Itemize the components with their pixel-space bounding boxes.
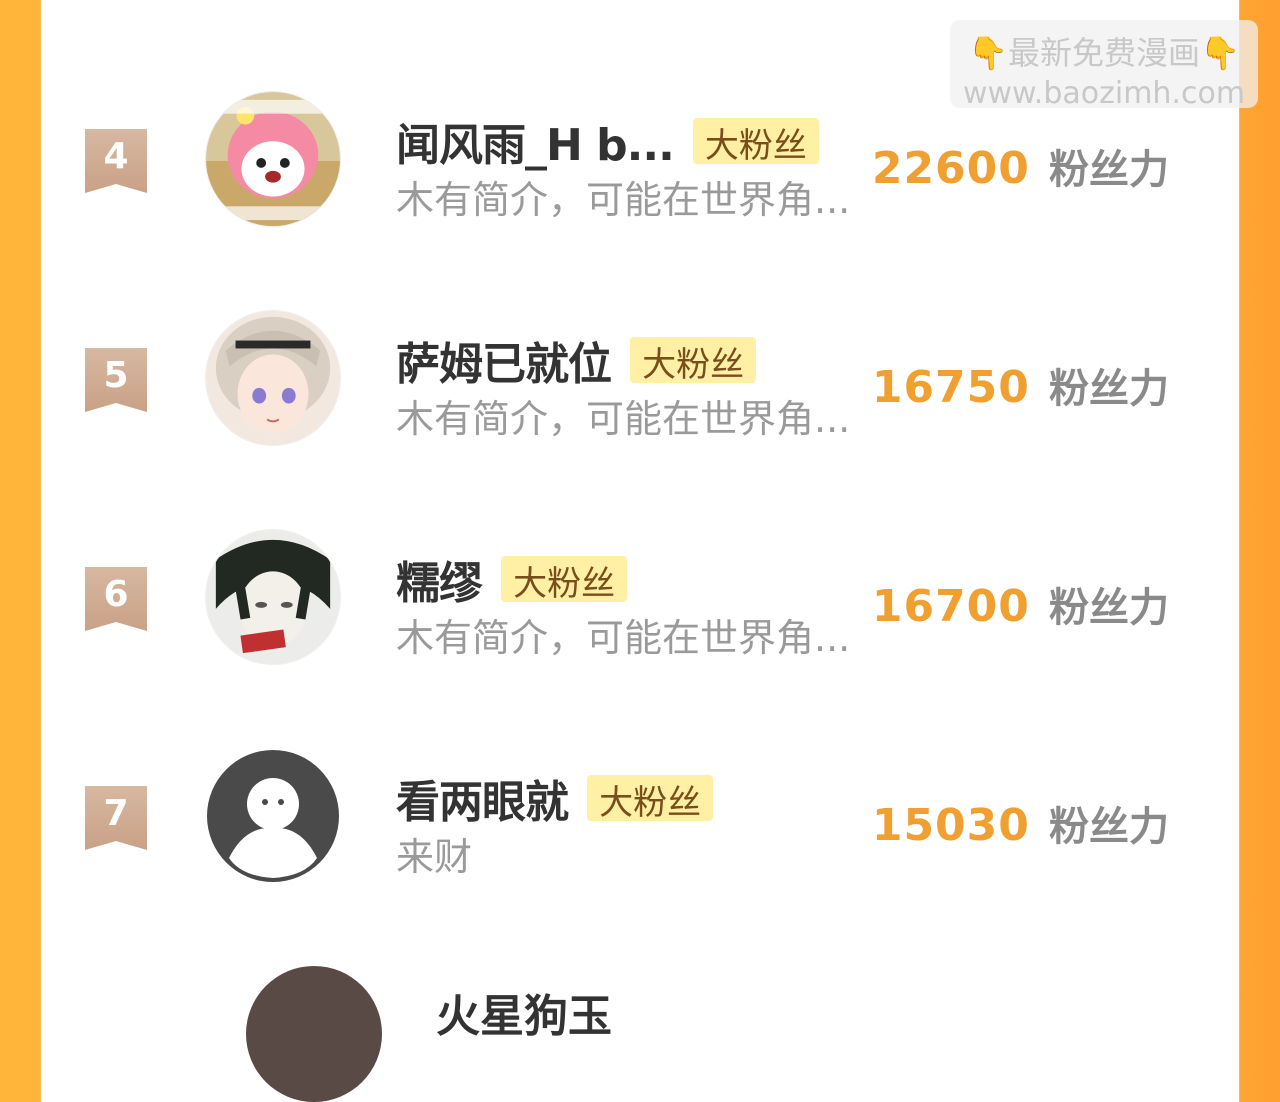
user-bio: 木有简介，可能在世界角... [396,397,851,441]
watermark-line1: 👇最新免费漫画👇 [968,34,1240,72]
user-name[interactable]: 萨姆已就位 [396,328,612,392]
fan-leaderboard-card: 4 闻风雨_H b... 大粉丝 木有简介，可能在世界角... 22600 粉丝… [41,0,1239,1102]
fan-level-badge: 大粉丝 [501,556,628,604]
leaderboard-row[interactable]: 5 萨姆已就位 大粉丝 木有简介，可能在世界角... 16750 粉丝力 [41,310,1239,450]
user-name-partial[interactable]: 火星狗玉 [436,980,612,1044]
user-name[interactable]: 糯缪 [396,547,483,611]
user-name[interactable]: 看两眼就 [396,766,569,830]
avatar[interactable] [205,529,341,665]
watermark-line2: www.baozimh.com [962,76,1246,111]
fan-power-value: 22600 [871,143,1030,194]
fan-level-badge: 大粉丝 [692,118,819,166]
leaderboard-row[interactable]: 7 看两眼就 大粉丝 来财 15030 粉丝力 [41,748,1239,888]
avatar-partial-bottom[interactable] [246,966,382,1102]
fan-power-value: 16700 [871,581,1030,632]
rank-ribbon: 4 [85,129,147,193]
rank-ribbon: 7 [85,786,147,850]
leaderboard-row[interactable]: 6 糯缪 大粉丝 木有简介，可能在世界角... 16700 粉丝力 [41,529,1239,669]
name-line: 看两眼就 大粉丝 [396,766,714,828]
name-line: 闻风雨_H b... 大粉丝 [396,109,819,171]
fan-power-unit: 粉丝力 [1049,585,1169,631]
fan-power: 22600 粉丝力 [872,137,1169,195]
fan-power-value: 16750 [871,362,1030,413]
fan-power-unit: 粉丝力 [1049,366,1169,412]
leaderboard-row[interactable]: 4 闻风雨_H b... 大粉丝 木有简介，可能在世界角... 22600 粉丝… [41,91,1239,231]
fan-level-badge: 大粉丝 [587,775,714,823]
user-bio: 来财 [396,835,473,879]
name-line: 萨姆已就位 大粉丝 [396,328,757,390]
avatar[interactable] [205,310,341,446]
fan-power: 16700 粉丝力 [872,575,1169,633]
fan-power-value: 15030 [871,800,1030,851]
name-line: 糯缪 大粉丝 [396,547,628,609]
fan-power: 15030 粉丝力 [872,794,1169,852]
user-name[interactable]: 闻风雨_H b... [396,109,675,173]
default-avatar-icon[interactable] [205,748,341,884]
user-bio: 木有简介，可能在世界角... [396,616,851,660]
rank-ribbon: 5 [85,348,147,412]
fan-power: 16750 粉丝力 [872,356,1169,414]
fan-power-unit: 粉丝力 [1049,147,1169,193]
watermark: 👇最新免费漫画👇 www.baozimh.com [950,20,1258,111]
avatar[interactable] [205,91,341,227]
fan-level-badge: 大粉丝 [630,337,757,385]
rank-ribbon: 6 [85,567,147,631]
user-bio: 木有简介，可能在世界角... [396,178,851,222]
fan-power-unit: 粉丝力 [1049,804,1169,850]
